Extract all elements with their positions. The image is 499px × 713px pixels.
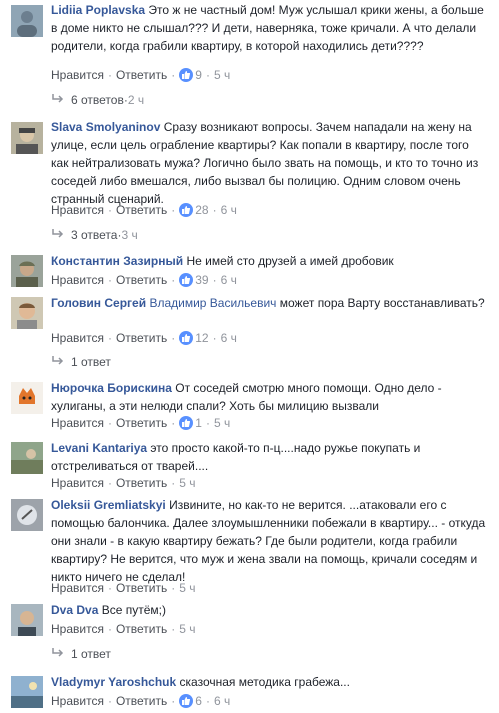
comment-time[interactable]: 6 ч — [221, 273, 237, 287]
like-button[interactable]: Нравится — [51, 476, 104, 490]
reply-button[interactable]: Ответить — [116, 416, 167, 430]
comment-author[interactable]: Oleksii Gremliatskyi — [51, 498, 166, 512]
like-icon[interactable] — [179, 331, 194, 345]
comment-actions: Нравится · Ответить · 9 · 5 ч — [51, 68, 231, 82]
reply-button[interactable]: Ответить — [116, 68, 167, 82]
comment-text: может пора Варту восстанавливать? — [279, 296, 485, 310]
replies-count[interactable]: 1 ответ — [71, 647, 111, 661]
avatar[interactable] — [11, 442, 43, 474]
avatar[interactable] — [11, 604, 43, 636]
like-button[interactable]: Нравится — [51, 273, 104, 287]
comment-text: Все путём;) — [101, 603, 166, 617]
replies-count[interactable]: 1 ответ — [71, 355, 111, 369]
replies-time: 3 ч — [121, 228, 138, 242]
comment-time[interactable]: 5 ч — [179, 581, 195, 595]
comment-actions: Нравится · Ответить · 12 · 6 ч — [51, 331, 237, 345]
like-button[interactable]: Нравится — [51, 203, 104, 217]
comment-author[interactable]: Slava Smolyaninov — [51, 120, 160, 134]
comment-time[interactable]: 6 ч — [214, 694, 230, 708]
avatar[interactable] — [11, 382, 43, 414]
like-button[interactable]: Нравится — [51, 581, 104, 595]
comment-author[interactable]: Головин Сергей — [51, 296, 146, 310]
reply-button[interactable]: Ответить — [116, 622, 167, 636]
comment-author[interactable]: Нюрочка Борискина — [51, 381, 172, 395]
comment-author[interactable]: Dva Dva — [51, 603, 98, 617]
comment-actions: Нравится · Ответить · 28 · 6 ч — [51, 203, 237, 217]
replies-count[interactable]: 3 ответа — [71, 228, 117, 242]
comment-actions: Нравится · Ответить · 6 · 6 ч — [51, 694, 231, 708]
reply-arrow-icon — [52, 648, 64, 657]
view-replies-link[interactable]: 1 ответ — [51, 354, 111, 370]
avatar[interactable] — [11, 297, 43, 329]
view-replies-link[interactable]: 3 ответа·3 ч — [51, 227, 138, 243]
replies-time: 2 ч — [127, 93, 145, 107]
like-icon[interactable] — [179, 694, 194, 708]
like-count[interactable]: 39 — [195, 273, 208, 287]
reply-button[interactable]: Ответить — [116, 203, 167, 217]
avatar[interactable] — [11, 5, 43, 37]
comment-actions: Нравится · Ответить · 5 ч — [51, 476, 196, 490]
reply-button[interactable]: Ответить — [116, 273, 167, 287]
like-count[interactable]: 6 — [195, 694, 202, 708]
like-button[interactable]: Нравится — [51, 68, 104, 82]
comment-time[interactable]: 5 ч — [179, 622, 195, 636]
comment-author[interactable]: Levani Kantariya — [51, 441, 147, 455]
like-icon[interactable] — [179, 68, 194, 82]
reply-arrow-icon — [52, 229, 64, 238]
comment-time[interactable]: 6 ч — [221, 203, 237, 217]
comment-mention[interactable]: Владимир Васильевич — [149, 296, 276, 310]
avatar[interactable] — [11, 499, 43, 531]
reply-arrow-icon — [52, 94, 64, 103]
like-button[interactable]: Нравится — [51, 622, 104, 636]
like-icon[interactable] — [179, 273, 194, 287]
avatar[interactable] — [11, 255, 43, 287]
like-icon[interactable] — [179, 416, 194, 430]
avatar[interactable] — [11, 676, 43, 708]
like-button[interactable]: Нравится — [51, 694, 104, 708]
comment-actions: Нравится · Ответить · 39 · 6 ч — [51, 273, 237, 287]
reply-button[interactable]: Ответить — [116, 331, 167, 345]
like-count[interactable]: 9 — [195, 68, 202, 82]
replies-count[interactable]: 6 ответов — [71, 93, 124, 107]
reply-button[interactable]: Ответить — [116, 694, 167, 708]
like-icon[interactable] — [179, 203, 194, 217]
comment-time[interactable]: 5 ч — [214, 416, 230, 430]
comment-time[interactable]: 5 ч — [179, 476, 195, 490]
view-replies-link[interactable]: 1 ответ — [51, 646, 111, 662]
like-button[interactable]: Нравится — [51, 331, 104, 345]
view-replies-link[interactable]: 6 ответов·2 ч — [51, 92, 144, 108]
avatar[interactable] — [11, 122, 43, 154]
comment-text: Не имей сто друзей а имей дробовик — [186, 254, 394, 268]
comment-actions: Нравится · Ответить · 5 ч — [51, 622, 196, 636]
reply-button[interactable]: Ответить — [116, 581, 167, 595]
comment-time[interactable]: 5 ч — [214, 68, 230, 82]
comment-text: сказочная методика грабежа... — [179, 675, 350, 689]
like-count[interactable]: 28 — [195, 203, 208, 217]
comment-author[interactable]: Lidiia Poplavska — [51, 3, 145, 17]
comment-actions: Нравится · Ответить · 5 ч — [51, 581, 196, 595]
reply-arrow-icon — [52, 356, 64, 365]
like-count[interactable]: 12 — [195, 331, 208, 345]
like-count[interactable]: 1 — [195, 416, 202, 430]
reply-button[interactable]: Ответить — [116, 476, 167, 490]
comment-actions: Нравится · Ответить · 1 · 5 ч — [51, 416, 231, 430]
like-button[interactable]: Нравится — [51, 416, 104, 430]
comment-author[interactable]: Vladymyr Yaroshchuk — [51, 675, 176, 689]
comment-time[interactable]: 6 ч — [221, 331, 237, 345]
comment-author[interactable]: Константин Зазирный — [51, 254, 183, 268]
